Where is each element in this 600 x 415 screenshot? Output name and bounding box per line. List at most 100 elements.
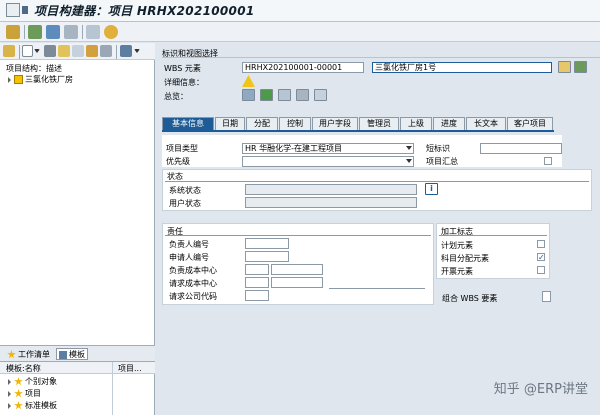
project-summary-label: 项目汇总 bbox=[426, 157, 458, 166]
green-bar-icon[interactable] bbox=[260, 89, 273, 101]
menu-icon[interactable] bbox=[22, 6, 28, 14]
priority-dropdown[interactable] bbox=[242, 156, 414, 167]
project-flag-icon bbox=[14, 75, 23, 84]
watermark: 知乎 @ERP讲堂 bbox=[493, 382, 588, 397]
info-icon[interactable]: i bbox=[425, 183, 438, 195]
info-circle-icon[interactable] bbox=[104, 25, 118, 39]
tab-user-fields[interactable]: 用户字段 bbox=[312, 117, 358, 130]
tree-item[interactable]: 三氯化铁厂房 bbox=[8, 74, 73, 85]
request-cost-center-field-2[interactable] bbox=[271, 277, 323, 288]
responsible-person-field[interactable] bbox=[245, 238, 289, 249]
network-icon[interactable] bbox=[46, 25, 60, 39]
status-panel: 状态 系统状态 i 用户状态 bbox=[162, 169, 592, 211]
hierarchy-icon[interactable] bbox=[28, 25, 42, 39]
tab-progress[interactable]: 进度 bbox=[433, 117, 465, 130]
dropdown-arrow-icon[interactable] bbox=[406, 146, 412, 150]
tab-worklist[interactable]: 工作清单 bbox=[4, 348, 53, 360]
operation-flags-panel: 加工标志 计划元素 科目分配元素 ✓ 开票元素 bbox=[436, 223, 550, 279]
detail-info-label: 详细信息： bbox=[164, 78, 204, 87]
tabstrip: 基本信息 日期 分配 控制 用户字段 管理员 上级 进度 长文本 客户项目 bbox=[162, 117, 554, 133]
short-id-field[interactable] bbox=[480, 143, 562, 154]
grouping-wbs-checkbox[interactable] bbox=[542, 291, 551, 302]
tab-basic-data[interactable]: 基本信息 bbox=[162, 117, 214, 130]
star-icon bbox=[14, 377, 23, 386]
responsible-person-label: 负责人编号 bbox=[169, 240, 209, 249]
user-status-label: 用户状态 bbox=[169, 199, 201, 208]
open-folder-icon[interactable] bbox=[3, 45, 15, 57]
cascade-icon[interactable] bbox=[86, 45, 98, 57]
dropdown-icon[interactable] bbox=[134, 49, 140, 53]
account-assignment-label: 科目分配元素 bbox=[441, 254, 489, 263]
responsible-cost-center-field-2[interactable] bbox=[271, 264, 323, 275]
tab-control[interactable]: 控制 bbox=[279, 117, 311, 130]
responsibility-panel: 责任 负责人编号 申请人编号 负责成本中心 请求成本中心 请求公司代码 bbox=[162, 223, 434, 305]
grouping-wbs-label: 组合 WBS 要素 bbox=[442, 294, 498, 303]
template-list: 模板:名称 项目... 个别对象 项目 标准模板 bbox=[0, 362, 155, 415]
wbs-element-field[interactable]: HRHX202100001-00001 bbox=[242, 62, 364, 73]
expand-icon[interactable] bbox=[8, 76, 11, 83]
short-id-label: 短标识 bbox=[426, 144, 450, 153]
template-item[interactable]: 项目 bbox=[8, 388, 41, 399]
overview-label: 总览： bbox=[164, 92, 188, 101]
copy-icon[interactable] bbox=[58, 45, 70, 57]
dropdown-arrow-icon[interactable] bbox=[406, 159, 412, 163]
title-bar: 项目构建器：项目 HRHX202100001 bbox=[0, 0, 600, 22]
paste-icon[interactable] bbox=[72, 45, 84, 57]
tree-item-label: 三氯化铁厂房 bbox=[25, 75, 73, 84]
new-document-icon[interactable] bbox=[22, 45, 33, 57]
tab-assignment[interactable]: 分配 bbox=[246, 117, 278, 130]
planning-element-checkbox[interactable] bbox=[537, 240, 545, 248]
basic-panel: 项目类型 HR 华融化学-在建工程项目 短标识 优先级 项目汇总 bbox=[162, 135, 562, 167]
template-icon bbox=[59, 350, 67, 359]
applicant-field[interactable] bbox=[245, 251, 289, 262]
tab-superior[interactable]: 上级 bbox=[400, 117, 432, 130]
system-status-field bbox=[245, 184, 417, 195]
billing-element-label: 开票元素 bbox=[441, 267, 473, 276]
warning-icon[interactable] bbox=[242, 75, 255, 87]
table-view-icon[interactable] bbox=[100, 45, 112, 57]
tab-long-text[interactable]: 长文本 bbox=[466, 117, 506, 130]
delete-icon[interactable] bbox=[120, 45, 132, 57]
overview-table-icon[interactable] bbox=[314, 89, 327, 101]
table-icon[interactable] bbox=[64, 25, 78, 39]
main-area: 标识和视图选择 WBS 元素 HRHX202100001-00001 三氯化铁厂… bbox=[156, 43, 600, 415]
hierarchy-icon[interactable] bbox=[278, 89, 291, 101]
request-company-code-field[interactable] bbox=[245, 290, 269, 301]
window-title: 项目构建器：项目 HRHX202100001 bbox=[34, 4, 255, 18]
wbs-label: WBS 元素 bbox=[164, 64, 201, 73]
responsible-cost-center-label: 负责成本中心 bbox=[169, 266, 217, 275]
star-icon bbox=[7, 350, 16, 359]
request-company-code-label: 请求公司代码 bbox=[169, 292, 217, 301]
project-type-label: 项目类型 bbox=[166, 144, 198, 153]
tab-customer-project[interactable]: 客户项目 bbox=[507, 117, 553, 130]
star-icon bbox=[14, 401, 23, 410]
landscape-icon[interactable] bbox=[574, 61, 587, 73]
template-item[interactable]: 标准模板 bbox=[8, 400, 57, 411]
document-icon[interactable] bbox=[86, 25, 100, 39]
dropdown-icon[interactable] bbox=[34, 49, 40, 53]
template-header: 模板:名称 项目... bbox=[0, 362, 155, 415]
billing-element-checkbox[interactable] bbox=[537, 266, 545, 274]
left-bottom-tabs: 工作清单 模板 bbox=[0, 345, 155, 362]
cut-icon[interactable] bbox=[44, 45, 56, 57]
account-assignment-checkbox[interactable]: ✓ bbox=[537, 253, 545, 262]
request-cost-center-field-1[interactable] bbox=[245, 277, 269, 288]
project-type-dropdown[interactable]: HR 华融化学-在建工程项目 bbox=[242, 143, 414, 154]
edit-icon[interactable] bbox=[558, 61, 571, 73]
network-icon[interactable] bbox=[296, 89, 309, 101]
project-summary-checkbox[interactable] bbox=[544, 157, 552, 165]
planning-element-label: 计划元素 bbox=[441, 241, 473, 250]
tab-template[interactable]: 模板 bbox=[56, 348, 88, 360]
priority-label: 优先级 bbox=[166, 157, 190, 166]
tree-header: 项目结构：描述 bbox=[6, 64, 62, 73]
request-cost-center-label: 请求成本中心 bbox=[169, 279, 217, 288]
responsible-cost-center-field-1[interactable] bbox=[245, 264, 269, 275]
template-item[interactable]: 个别对象 bbox=[8, 376, 57, 387]
change-display-icon[interactable] bbox=[6, 25, 20, 39]
tab-administration[interactable]: 管理员 bbox=[359, 117, 399, 130]
user-status-field bbox=[245, 197, 417, 208]
application-toolbar bbox=[0, 22, 600, 42]
wbs-description-field[interactable]: 三氯化铁厂房1号 bbox=[372, 62, 552, 73]
tab-dates[interactable]: 日期 bbox=[215, 117, 245, 130]
list-icon[interactable] bbox=[242, 89, 255, 101]
